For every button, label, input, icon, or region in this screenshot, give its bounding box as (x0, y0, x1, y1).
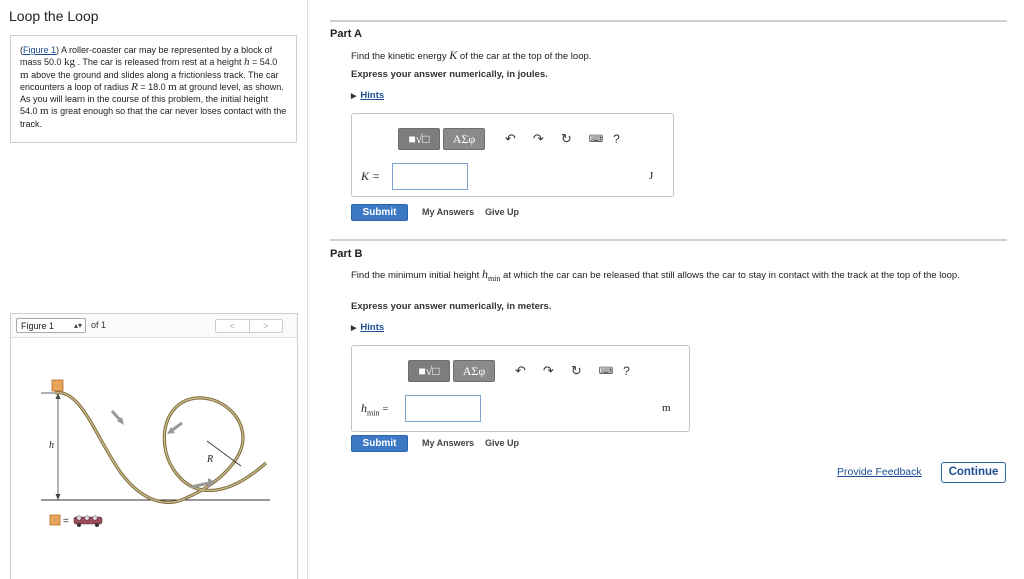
legend-block (49, 514, 61, 526)
part-b-divider (330, 239, 1007, 241)
figure-select[interactable]: Figure 1 ▴▾ (16, 318, 86, 333)
figure-nav-buttons: < > (215, 319, 283, 333)
part-b-answer-input[interactable] (405, 395, 481, 422)
undo-icon[interactable]: ↶ (515, 363, 526, 379)
select-caret-icon: ▴▾ (73, 321, 82, 330)
question-text: of the car at the top of the loop. (457, 51, 592, 62)
prev-figure-button[interactable]: < (216, 320, 250, 332)
var-R: R (131, 80, 138, 93)
legend-car (73, 515, 103, 527)
unit-m: m (20, 68, 29, 81)
reset-icon[interactable]: ↻ (561, 131, 572, 147)
problem-text: = 18.0 (137, 81, 169, 92)
unit-m: m (40, 105, 49, 118)
var-sub: min (487, 273, 501, 283)
loop-figure: h R = (41, 379, 270, 527)
problem-text: = 54.0 (249, 57, 278, 68)
reset-icon[interactable]: ↻ (571, 363, 582, 379)
figure-count: of 1 (91, 320, 107, 330)
var-sub: min (367, 408, 380, 418)
undo-icon[interactable]: ↶ (505, 131, 516, 147)
question-text: Find the kinetic energy (351, 51, 450, 62)
part-a-var-label: K = (361, 169, 381, 183)
unit-kg: kg (64, 56, 76, 69)
part-b-submit-button[interactable]: Submit (351, 435, 408, 452)
legend-equals: = (63, 516, 69, 527)
part-a-express: Express your answer numerically, in joul… (351, 69, 548, 80)
problem-text: is great enough so that the car never lo… (20, 106, 287, 129)
keyboard-icon[interactable]: ⌨ (589, 134, 603, 145)
hints-label: Hints (360, 322, 385, 333)
right-panel: Part A Find the kinetic energy K of the … (330, 0, 1010, 579)
continue-button[interactable]: Continue (941, 462, 1006, 483)
left-panel: Loop the Loop (Figure 1) A roller-coaste… (0, 0, 308, 579)
problem-statement: (Figure 1) A roller-coaster car may be r… (10, 35, 297, 143)
block (51, 379, 64, 392)
keyboard-icon[interactable]: ⌨ (599, 366, 613, 377)
part-b-toolbar: ■√□ AΣφ ↶ ↷ ↻ ⌨ ? (408, 360, 630, 382)
part-a-give-up[interactable]: Give Up (485, 207, 519, 217)
part-b-title: Part B (330, 248, 363, 260)
problem-text: . The car is released from rest at a hei… (75, 57, 244, 68)
figure-link[interactable]: Figure 1 (23, 45, 56, 55)
label-R: R (206, 454, 213, 465)
part-b-hints[interactable]: ▶ Hints (351, 322, 384, 333)
part-b-unit: m (662, 402, 671, 414)
expand-arrow-icon: ▶ (351, 93, 357, 100)
symbols-button[interactable]: AΣφ (453, 360, 495, 382)
expand-arrow-icon: ▶ (351, 325, 357, 332)
part-b-answer-box: ■√□ AΣφ ↶ ↷ ↻ ⌨ ? hmin = m (351, 345, 690, 432)
part-a-submit-button[interactable]: Submit (351, 204, 408, 221)
part-b-my-answers[interactable]: My Answers (422, 438, 474, 448)
question-text: Find the minimum initial height (351, 270, 482, 281)
part-b-express: Express your answer numerically, in mete… (351, 301, 552, 312)
part-b-give-up[interactable]: Give Up (485, 438, 519, 448)
part-b-question: Find the minimum initial height hmin at … (351, 268, 1001, 285)
height-arrow-head (55, 494, 61, 500)
figure-panel: Figure 1 ▴▾ of 1 < > h R = (10, 313, 298, 579)
equals: = (382, 404, 389, 415)
part-a-hints[interactable]: ▶ Hints (351, 90, 384, 101)
part-b-var-label: hmin = (361, 401, 388, 417)
label-h: h (49, 440, 54, 451)
question-text: at which the car can be released that st… (500, 270, 960, 281)
symbols-button[interactable]: AΣφ (443, 128, 485, 150)
part-a-toolbar: ■√□ AΣφ ↶ ↷ ↻ ⌨ ? (398, 128, 620, 150)
figure-select-value: Figure 1 (21, 321, 55, 331)
hints-label: Hints (360, 90, 385, 101)
part-a-divider (330, 20, 1007, 22)
help-icon[interactable]: ? (623, 364, 630, 378)
figure-nav-bar: Figure 1 ▴▾ of 1 < > (11, 314, 297, 338)
part-a-answer-input[interactable] (392, 163, 468, 190)
part-a-my-answers[interactable]: My Answers (422, 207, 474, 217)
part-a-unit: J (649, 170, 654, 182)
page-title: Loop the Loop (9, 8, 99, 24)
help-icon[interactable]: ? (613, 132, 620, 146)
templates-button[interactable]: ■√□ (408, 360, 450, 382)
next-figure-button[interactable]: > (250, 320, 283, 332)
part-a-question: Find the kinetic energy K of the car at … (351, 48, 591, 63)
templates-button[interactable]: ■√□ (398, 128, 440, 150)
part-a-title: Part A (330, 28, 362, 40)
part-a-answer-box: ■√□ AΣφ ↶ ↷ ↻ ⌨ ? K = J (351, 113, 674, 197)
redo-icon[interactable]: ↷ (533, 131, 544, 147)
track-outer (54, 391, 268, 504)
unit-m: m (168, 80, 177, 93)
provide-feedback-link[interactable]: Provide Feedback (837, 466, 922, 478)
redo-icon[interactable]: ↷ (543, 363, 554, 379)
